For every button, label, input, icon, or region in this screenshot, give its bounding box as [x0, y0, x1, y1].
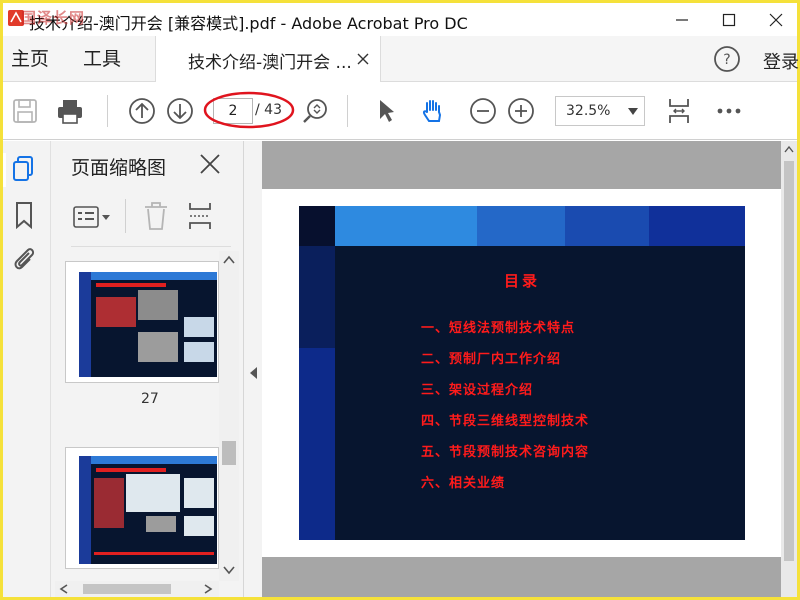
tab-document[interactable]: 技术介绍-澳门开会 ...	[155, 36, 381, 82]
toc-item: 三、架设过程介绍	[421, 383, 534, 398]
print-icon[interactable]	[56, 97, 84, 125]
delete-page-icon[interactable]	[143, 201, 169, 231]
window-title: 技术介绍-澳门开会 [兼容模式].pdf - Adobe Acrobat Pro…	[29, 14, 468, 33]
maximize-button[interactable]	[706, 3, 752, 36]
minimize-icon	[676, 18, 688, 21]
previous-page-icon[interactable]	[128, 97, 156, 125]
minimize-button[interactable]	[659, 3, 705, 36]
toc-item: 六、相关业绩	[421, 476, 506, 491]
bookmark-icon[interactable]	[11, 201, 37, 229]
maximize-icon	[722, 13, 736, 26]
slide-content: 目录 一、短线法预制技术特点 二、预制厂内工作介绍 三、架设过程介绍 四、节段三…	[299, 206, 745, 540]
attachment-icon[interactable]	[11, 245, 37, 273]
svg-text:?: ?	[723, 52, 730, 68]
slide-title: 目录	[503, 272, 540, 290]
hand-tool-icon[interactable]	[419, 97, 447, 125]
page-thumbnail[interactable]	[65, 261, 219, 383]
zoom-level-value: 32.5%	[566, 103, 611, 119]
page-thumbnails-icon[interactable]	[11, 155, 37, 183]
toc-item: 四、节段三维线型控制技术	[421, 414, 590, 429]
zoom-level-dropdown[interactable]: 32.5%	[555, 96, 645, 126]
close-icon	[769, 13, 783, 26]
close-pane-icon[interactable]	[199, 153, 221, 175]
scrollbar-thumb[interactable]	[222, 441, 236, 465]
collapse-pane-arrow-icon[interactable]	[250, 367, 258, 379]
document-tab-label: 技术介绍-澳门开会 ...	[188, 53, 352, 73]
toolbar-divider	[347, 95, 348, 127]
document-scrollbar[interactable]	[781, 141, 797, 597]
title-bar: 技术介绍-澳门开会 [兼容模式].pdf - Adobe Acrobat Pro…	[3, 3, 797, 36]
tab-home[interactable]: 主页	[11, 36, 49, 82]
chevron-down-icon	[628, 108, 638, 115]
scroll-left-arrow-icon[interactable]	[59, 584, 69, 594]
toolbar-divider	[107, 95, 108, 127]
scroll-right-arrow-icon[interactable]	[203, 584, 213, 594]
horizontal-scrollbar-thumb[interactable]	[83, 584, 171, 594]
thumbnail-preview	[66, 262, 218, 382]
zoom-in-icon[interactable]	[507, 97, 535, 125]
more-options-icon[interactable]	[715, 97, 743, 125]
page-fit-icon[interactable]	[665, 97, 693, 125]
select-cursor-icon[interactable]	[373, 97, 401, 125]
menu-bar: 主页 工具 技术介绍-澳门开会 ... ? 登录	[3, 36, 799, 82]
save-icon[interactable]	[11, 97, 39, 125]
close-window-button[interactable]	[753, 3, 799, 36]
page-thumbnail[interactable]	[65, 447, 219, 569]
thumbnail-pane: 页面缩略图 27	[51, 141, 243, 597]
toc-item: 五、节段预制技术咨询内容	[421, 445, 590, 460]
toc-item: 一、短线法预制技术特点	[421, 321, 576, 336]
pane-splitter[interactable]	[243, 141, 262, 597]
thumbnail-page-number: 27	[141, 391, 159, 407]
login-button[interactable]: 登录	[763, 48, 799, 74]
left-navigation-rail	[3, 141, 51, 597]
help-icon[interactable]: ?	[713, 45, 741, 73]
next-page-icon[interactable]	[166, 97, 194, 125]
thumbnail-horizontal-scrollbar[interactable]	[55, 581, 219, 597]
document-scrollbar-thumb[interactable]	[784, 161, 794, 561]
scroll-up-arrow-icon[interactable]	[784, 145, 794, 155]
scroll-up-arrow-icon[interactable]	[223, 255, 235, 265]
thumbnail-options-icon[interactable]	[73, 205, 113, 229]
zoom-marquee-icon[interactable]	[302, 97, 330, 125]
active-rail-indicator	[3, 153, 6, 187]
slide-background	[299, 206, 745, 540]
red-ellipse-annotation	[203, 91, 295, 129]
zoom-out-icon[interactable]	[469, 97, 497, 125]
scroll-down-arrow-icon[interactable]	[223, 565, 235, 575]
thumbnail-scrollbar[interactable]	[219, 251, 239, 581]
thumbnail-list: 27	[51, 251, 219, 581]
pane-title: 页面缩略图	[71, 157, 167, 179]
insert-page-icon[interactable]	[187, 201, 213, 231]
close-tab-icon[interactable]	[356, 52, 370, 66]
thumbnail-preview	[66, 448, 218, 568]
tab-tools[interactable]: 工具	[83, 36, 121, 82]
watermark-logo: 国泽长网	[21, 9, 86, 27]
toolbar-divider	[125, 199, 126, 233]
toolbar: 2 / 43 32.5%	[3, 83, 797, 140]
pane-toolbar	[71, 191, 231, 247]
toc-item: 二、预制厂内工作介绍	[421, 352, 562, 367]
